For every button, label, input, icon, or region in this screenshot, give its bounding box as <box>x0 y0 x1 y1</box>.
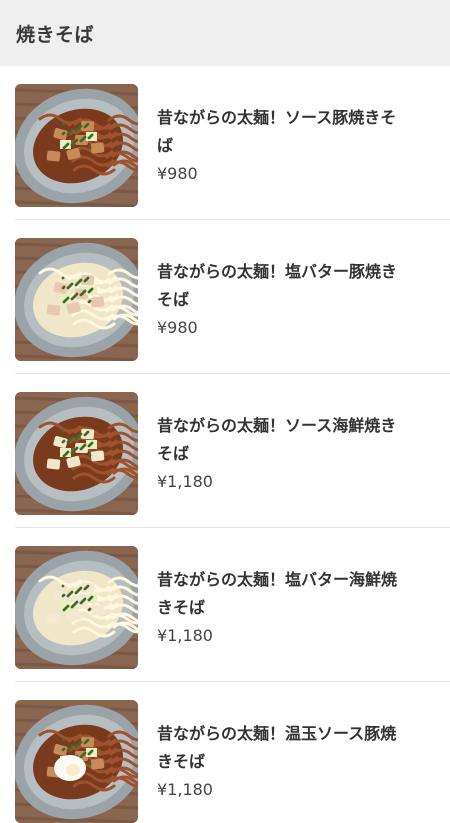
dish-name: 昔ながらの太麺！ソース豚焼きそば <box>157 108 397 155</box>
dish-photo <box>15 238 138 361</box>
menu-item[interactable]: 昔ながらの太麺！ソース豚焼きそば ¥980 <box>0 66 450 220</box>
menu-item[interactable]: 昔ながらの太麺！温玉ソース豚焼きそば ¥1,180 <box>0 682 450 823</box>
dish-price: ¥1,180 <box>157 626 213 645</box>
dish-price: ¥1,180 <box>157 472 213 491</box>
dish-price: ¥1,180 <box>157 780 213 799</box>
menu-item[interactable]: 昔ながらの太麺！塩バター海鮮焼きそば ¥1,180 <box>0 528 450 682</box>
dish-photo <box>15 84 138 207</box>
menu-list: 昔ながらの太麺！ソース豚焼きそば ¥980 昔ながらの太麺！塩バター豚焼きそば … <box>0 66 450 823</box>
dish-photo <box>15 546 138 669</box>
category-title: 焼きそば <box>16 23 95 46</box>
dish-price: ¥980 <box>157 164 198 183</box>
dish-name: 昔ながらの太麺！ソース海鮮焼きそば <box>157 416 397 463</box>
menu-item[interactable]: 昔ながらの太麺！塩バター豚焼きそば ¥980 <box>0 220 450 374</box>
dish-name: 昔ながらの太麺！塩バター海鮮焼きそば <box>157 570 398 617</box>
dish-photo <box>15 700 138 823</box>
dish-name: 昔ながらの太麺！塩バター豚焼きそば <box>157 262 398 309</box>
dish-photo <box>15 392 138 515</box>
dish-price: ¥980 <box>157 318 198 337</box>
dish-name: 昔ながらの太麺！温玉ソース豚焼きそば <box>157 724 397 771</box>
page-header: 焼きそば <box>0 0 450 66</box>
menu-item[interactable]: 昔ながらの太麺！ソース海鮮焼きそば ¥1,180 <box>0 374 450 528</box>
